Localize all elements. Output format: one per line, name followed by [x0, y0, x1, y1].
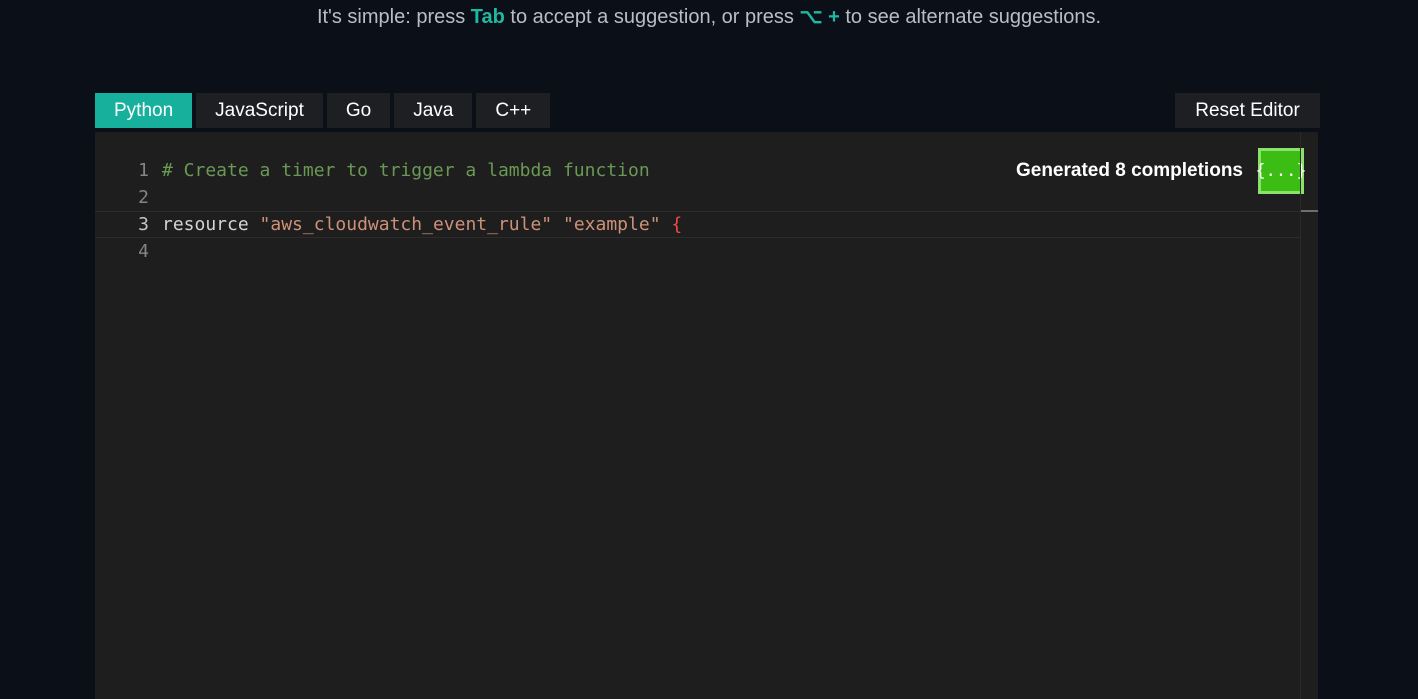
code-comment: # Create a timer to trigger a lambda fun…	[162, 160, 650, 181]
intro-text: It's simple: press Tab to accept a sugge…	[0, 4, 1418, 29]
intro-middle: to accept a suggestion, or press	[504, 6, 800, 28]
tab-go[interactable]: Go	[326, 93, 391, 128]
tab-python[interactable]: Python	[95, 93, 193, 128]
code-keyword: resource	[162, 214, 260, 235]
line-text: # Create a timer to trigger a lambda fun…	[162, 157, 650, 184]
completions-panel: Generated 8 completions {...}	[1015, 148, 1307, 194]
intro-suffix: to see alternate suggestions.	[839, 6, 1102, 28]
code-string: "example"	[563, 214, 661, 235]
line-number: 3	[138, 214, 149, 235]
code-line-3: 3 resource "aws_cloudwatch_event_rule" "…	[95, 211, 1300, 238]
code-line-4: 4	[95, 238, 1300, 265]
completions-button[interactable]: {...}	[1255, 148, 1307, 194]
code-editor[interactable]: 1 # Create a timer to trigger a lambda f…	[95, 132, 1318, 699]
tab-cpp[interactable]: C++	[476, 93, 551, 128]
scroll-position-marker	[1301, 210, 1318, 212]
intro-prefix: It's simple: press	[316, 6, 471, 28]
line-number: 1	[138, 160, 149, 181]
line-number: 4	[138, 241, 149, 262]
tab-javascript[interactable]: JavaScript	[196, 93, 323, 128]
code-brace: {	[671, 214, 683, 235]
language-tabs: Python JavaScript Go Java C++	[95, 93, 551, 128]
reset-editor-button[interactable]: Reset Editor	[1175, 93, 1320, 128]
line-number: 2	[138, 187, 149, 208]
line-text: resource "aws_cloudwatch_event_rule" "ex…	[162, 212, 682, 237]
braces-icon: {...}	[1255, 161, 1307, 181]
editor-scrollbar[interactable]	[1300, 132, 1318, 699]
tab-key-hint: Tab	[470, 6, 505, 28]
alt-key-hint: ⌥ +	[799, 6, 840, 28]
tab-java[interactable]: Java	[394, 93, 473, 128]
code-string: "aws_cloudwatch_event_rule"	[259, 214, 553, 235]
completions-count-label: Generated 8 completions	[1015, 160, 1243, 181]
